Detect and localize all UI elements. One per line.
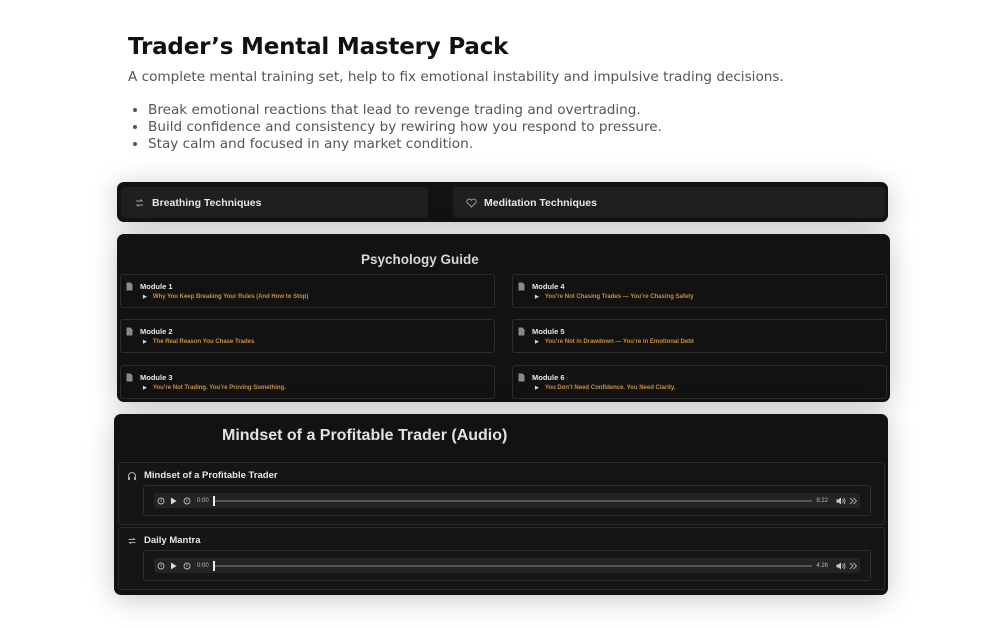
track-title: Daily Mantra bbox=[144, 535, 201, 546]
duration: 8:22 bbox=[816, 497, 828, 504]
triangle-right-icon: ▶ bbox=[535, 385, 539, 391]
section-title: Mindset of a Profitable Trader (Audio) bbox=[222, 427, 508, 444]
repeat-icon bbox=[133, 196, 146, 209]
psychology-guide-panel: Psychology Guide Module 1 ▶ Why You Keep … bbox=[117, 234, 890, 402]
audio-track-card: Mindset of a Profitable Trader 0:00 8:22 bbox=[118, 462, 885, 525]
tab-breathing-techniques[interactable]: Breathing Techniques bbox=[121, 187, 428, 218]
section-title: Psychology Guide bbox=[361, 252, 479, 267]
document-icon bbox=[126, 326, 135, 336]
play-icon[interactable] bbox=[167, 559, 180, 572]
module-card-5[interactable]: Module 5 ▶ You’re Not in Drawdown — You’r… bbox=[512, 319, 887, 353]
slider-handle[interactable] bbox=[212, 560, 215, 571]
document-icon bbox=[126, 372, 135, 382]
module-subtitle: You’re Not Chasing Trades — You’re Chasi… bbox=[544, 294, 694, 300]
tab-label: Breathing Techniques bbox=[152, 196, 262, 209]
document-icon bbox=[518, 326, 527, 336]
module-label: Module 5 bbox=[532, 326, 565, 336]
document-icon bbox=[518, 281, 527, 291]
triangle-right-icon: ▶ bbox=[143, 385, 147, 391]
document-icon bbox=[126, 281, 135, 291]
rewind-icon[interactable] bbox=[154, 494, 167, 507]
progress-slider[interactable] bbox=[212, 560, 813, 571]
list-item: Stay calm and focused in any market cond… bbox=[148, 136, 928, 153]
playback-speed-icon[interactable] bbox=[847, 494, 860, 507]
techniques-tab-bar: Breathing Techniques Meditation Techniqu… bbox=[117, 182, 888, 222]
module-card-4[interactable]: Module 4 ▶ You’re Not Chasing Trades — Yo… bbox=[512, 274, 887, 308]
rewind-icon[interactable] bbox=[154, 559, 167, 572]
volume-icon[interactable] bbox=[834, 494, 847, 507]
hero-section: Trader’s Mental Mastery Pack A complete … bbox=[128, 34, 928, 153]
module-card-6[interactable]: Module 6 ▶ You Don’t Need Confidence. You… bbox=[512, 365, 887, 399]
module-subtitle: You Don’t Need Confidence. You Need Clar… bbox=[544, 385, 676, 391]
forward-icon[interactable] bbox=[180, 494, 193, 507]
module-label: Module 2 bbox=[140, 326, 173, 336]
module-label: Module 3 bbox=[140, 372, 173, 382]
volume-icon[interactable] bbox=[834, 559, 847, 572]
triangle-right-icon: ▶ bbox=[535, 339, 539, 345]
audio-player: 0:00 4:26 bbox=[143, 550, 871, 581]
forward-icon[interactable] bbox=[180, 559, 193, 572]
module-subtitle: Why You Keep Breaking Your Rules (And Ho… bbox=[152, 294, 309, 300]
page-subtitle: A complete mental training set, help to … bbox=[128, 69, 784, 85]
module-card-1[interactable]: Module 1 ▶ Why You Keep Breaking Your Rul… bbox=[120, 274, 495, 308]
document-icon bbox=[518, 372, 527, 382]
slider-handle[interactable] bbox=[212, 495, 215, 506]
module-label: Module 4 bbox=[532, 281, 565, 291]
list-item: Break emotional reactions that lead to r… bbox=[148, 102, 928, 119]
playback-speed-icon[interactable] bbox=[847, 559, 860, 572]
repeat-icon bbox=[127, 535, 138, 546]
page-title: Trader’s Mental Mastery Pack bbox=[128, 34, 509, 60]
heart-icon bbox=[465, 196, 478, 209]
triangle-right-icon: ▶ bbox=[535, 294, 539, 300]
module-card-3[interactable]: Module 3 ▶ You’re Not Trading. You’re Pro… bbox=[120, 365, 495, 399]
module-card-2[interactable]: Module 2 ▶ The Real Reason You Chase Trad… bbox=[120, 319, 495, 353]
current-time: 0:00 bbox=[197, 562, 209, 569]
audio-panel: Mindset of a Profitable Trader (Audio) M… bbox=[114, 414, 888, 595]
headphones-icon bbox=[127, 470, 138, 481]
module-subtitle: You’re Not in Drawdown — You’re in Emoti… bbox=[544, 339, 694, 345]
benefit-list: Break emotional reactions that lead to r… bbox=[128, 102, 928, 153]
tab-label: Meditation Techniques bbox=[484, 196, 597, 209]
module-label: Module 1 bbox=[140, 281, 173, 291]
module-subtitle: You’re Not Trading. You’re Proving Somet… bbox=[152, 385, 286, 391]
triangle-right-icon: ▶ bbox=[143, 294, 147, 300]
duration: 4:26 bbox=[816, 562, 828, 569]
triangle-right-icon: ▶ bbox=[143, 339, 147, 345]
play-icon[interactable] bbox=[167, 494, 180, 507]
current-time: 0:00 bbox=[197, 497, 209, 504]
audio-track-card: Daily Mantra 0:00 4:26 bbox=[118, 527, 885, 590]
module-subtitle: The Real Reason You Chase Trades bbox=[152, 339, 255, 345]
list-item: Build confidence and consistency by rewi… bbox=[148, 119, 928, 136]
track-title: Mindset of a Profitable Trader bbox=[144, 470, 278, 481]
module-label: Module 6 bbox=[532, 372, 565, 382]
audio-player: 0:00 8:22 bbox=[143, 485, 871, 516]
tab-meditation-techniques[interactable]: Meditation Techniques bbox=[453, 187, 885, 218]
progress-slider[interactable] bbox=[212, 495, 813, 506]
